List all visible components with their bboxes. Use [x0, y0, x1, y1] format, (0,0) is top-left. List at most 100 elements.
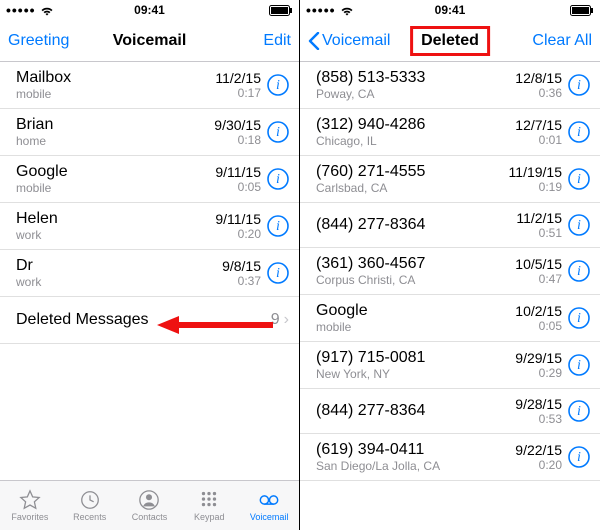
deleted-messages-row[interactable]: Deleted Messages 9›	[0, 297, 299, 344]
voicemail-row[interactable]: (312) 940-4286Chicago, IL12/7/150:01i	[300, 109, 600, 156]
svg-text:i: i	[276, 219, 280, 234]
duration: 0:29	[539, 366, 562, 380]
caller-name: (361) 360-4567	[316, 255, 515, 273]
voicemail-list: Mailboxmobile11/2/150:17iBrianhome9/30/1…	[0, 62, 299, 480]
info-icon[interactable]: i	[568, 214, 590, 236]
info-icon[interactable]: i	[568, 400, 590, 422]
info-icon[interactable]: i	[568, 307, 590, 329]
duration: 0:20	[238, 227, 261, 241]
voicemail-row[interactable]: (760) 271-4555Carlsbad, CA11/19/150:19i	[300, 156, 600, 203]
duration: 0:47	[539, 272, 562, 286]
caller-name: (844) 277-8364	[316, 216, 516, 234]
tab-recents[interactable]: Recents	[60, 481, 120, 530]
duration: 0:05	[238, 180, 261, 194]
signal-dots: •••••	[306, 2, 336, 18]
info-icon[interactable]: i	[568, 260, 590, 282]
navbar: Voicemail Deleted Clear All	[300, 20, 600, 62]
caller-name: Helen	[16, 210, 215, 228]
tab-label: Recents	[73, 512, 106, 522]
navbar: Greeting Voicemail Edit	[0, 20, 299, 62]
voicemail-row[interactable]: Brianhome9/30/150:18 i	[0, 109, 299, 156]
caller-name: Google	[316, 302, 515, 320]
voicemail-row[interactable]: (844) 277-83649/28/150:53i	[300, 389, 600, 434]
chevron-left-icon	[308, 32, 320, 50]
star-icon	[19, 489, 41, 511]
voicemail-row[interactable]: (619) 394-0411San Diego/La Jolla, CA9/22…	[300, 434, 600, 481]
back-button[interactable]: Voicemail	[308, 32, 390, 50]
info-icon[interactable]: i	[267, 215, 289, 237]
svg-text:i: i	[276, 125, 280, 140]
date: 9/11/15	[215, 211, 261, 227]
deleted-list: (858) 513-5333Poway, CA12/8/150:36i(312)…	[300, 62, 600, 530]
duration: 0:20	[539, 458, 562, 472]
voicemail-row[interactable]: (858) 513-5333Poway, CA12/8/150:36i	[300, 62, 600, 109]
voicemail-row[interactable]: Googlemobile10/2/150:05i	[300, 295, 600, 342]
date: 9/11/15	[215, 164, 261, 180]
voicemail-row[interactable]: (361) 360-4567Corpus Christi, CA10/5/150…	[300, 248, 600, 295]
chevron-right-icon: ›	[284, 311, 289, 329]
svg-text:i: i	[276, 172, 280, 187]
tab-label: Keypad	[194, 512, 225, 522]
caller-name: Brian	[16, 116, 214, 134]
back-label: Voicemail	[322, 32, 390, 50]
status-time: 09:41	[134, 3, 165, 17]
greeting-button[interactable]: Greeting	[8, 32, 78, 50]
caller-label: New York, NY	[316, 367, 515, 381]
info-icon[interactable]: i	[568, 74, 590, 96]
caller-name: (760) 271-4555	[316, 163, 509, 181]
svg-text:i: i	[577, 125, 581, 140]
tab-label: Contacts	[132, 512, 168, 522]
duration: 0:05	[539, 319, 562, 333]
info-icon[interactable]: i	[267, 121, 289, 143]
deleted-count: 9	[271, 311, 280, 329]
date: 12/8/15	[515, 70, 562, 86]
duration: 0:51	[539, 226, 562, 240]
svg-text:i: i	[577, 172, 581, 187]
voicemail-row[interactable]: (844) 277-836411/2/150:51 i	[300, 203, 600, 248]
battery-icon	[570, 5, 594, 16]
duration: 0:36	[539, 86, 562, 100]
tab-voicemail[interactable]: Voicemail	[239, 481, 299, 530]
svg-text:i: i	[577, 404, 581, 419]
info-icon[interactable]: i	[267, 262, 289, 284]
date: 10/5/15	[515, 256, 562, 272]
date: 9/30/15	[214, 117, 261, 133]
svg-text:i: i	[577, 358, 581, 373]
tab-contacts[interactable]: Contacts	[120, 481, 180, 530]
tab-favorites[interactable]: Favorites	[0, 481, 60, 530]
tab-keypad[interactable]: Keypad	[179, 481, 239, 530]
caller-label: mobile	[16, 87, 215, 101]
date: 12/7/15	[515, 117, 562, 133]
date: 11/2/15	[215, 70, 261, 86]
voicemail-row[interactable]: Googlemobile9/11/150:05 i	[0, 156, 299, 203]
deleted-messages-label: Deleted Messages	[16, 311, 149, 329]
svg-text:i: i	[577, 311, 581, 326]
wifi-icon	[340, 5, 354, 16]
caller-label: mobile	[316, 320, 515, 334]
voicemail-row[interactable]: Mailboxmobile11/2/150:17i	[0, 62, 299, 109]
voicemail-row[interactable]: Drwork9/8/150:37i	[0, 250, 299, 297]
voicemail-row[interactable]: (917) 715-0081New York, NY9/29/150:29i	[300, 342, 600, 389]
info-icon[interactable]: i	[568, 446, 590, 468]
caller-name: (312) 940-4286	[316, 116, 515, 134]
info-icon[interactable]: i	[267, 168, 289, 190]
edit-button[interactable]: Edit	[221, 32, 291, 50]
date: 11/2/15	[516, 210, 562, 226]
wifi-icon	[40, 5, 54, 16]
caller-label: mobile	[16, 181, 215, 195]
caller-name: Google	[16, 163, 215, 181]
svg-text:i: i	[577, 450, 581, 465]
info-icon[interactable]: i	[568, 354, 590, 376]
voicemail-row[interactable]: Helenwork9/11/150:20i	[0, 203, 299, 250]
voicemail-icon	[258, 489, 280, 511]
info-icon[interactable]: i	[568, 121, 590, 143]
clear-all-button[interactable]: Clear All	[522, 32, 592, 50]
page-title: Deleted	[410, 26, 490, 56]
duration: 0:18	[238, 133, 261, 147]
duration: 0:37	[238, 274, 261, 288]
info-icon[interactable]: i	[267, 74, 289, 96]
date: 9/29/15	[515, 350, 562, 366]
info-icon[interactable]: i	[568, 168, 590, 190]
caller-label: home	[16, 134, 214, 148]
screen-voicemail: ••••• 09:41 Greeting Voicemail Edit Mail…	[0, 0, 300, 530]
